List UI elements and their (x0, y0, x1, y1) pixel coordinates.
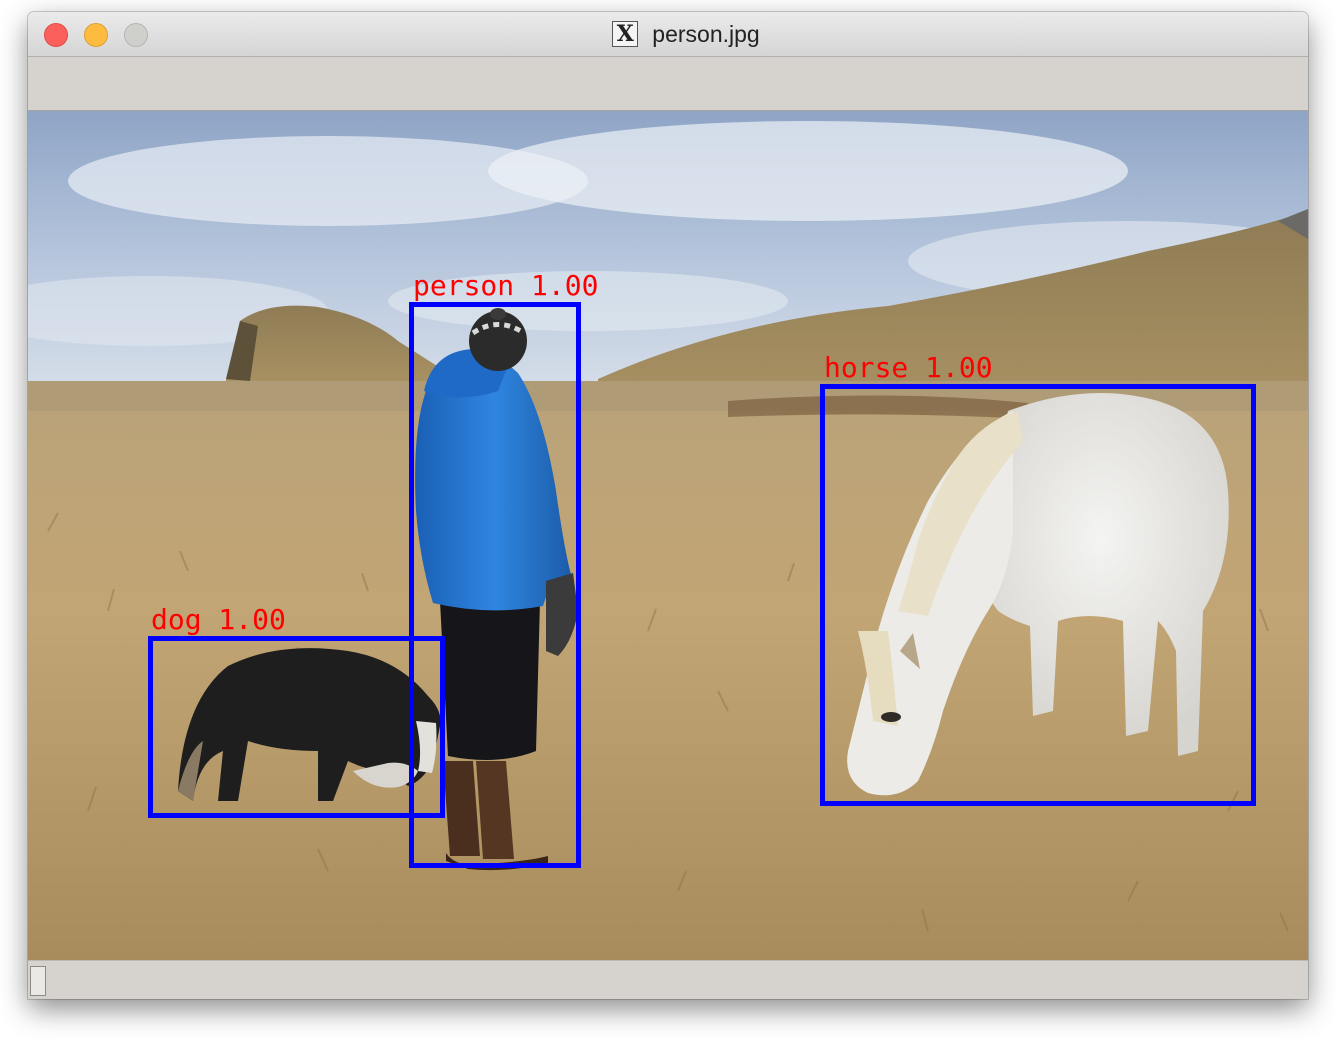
x11-icon: X (612, 21, 639, 47)
status-bar (28, 960, 1308, 999)
photo-svg: person 1.00 horse 1.00 dog 1.00 (28, 111, 1308, 960)
window-title: person.jpg (652, 20, 760, 47)
label-horse: horse 1.00 (824, 351, 993, 384)
image-viewer-window: X person.jpg person 1.00 horse 1.00 dog … (28, 12, 1308, 999)
status-field (30, 966, 46, 996)
title-group: X person.jpg (28, 12, 1308, 56)
image-canvas: person 1.00 horse 1.00 dog 1.00 (28, 111, 1308, 960)
label-dog: dog 1.00 (151, 603, 286, 636)
label-person: person 1.00 (413, 269, 598, 302)
title-bar[interactable]: X person.jpg (28, 12, 1308, 57)
toolbar (28, 57, 1308, 111)
cloud (488, 121, 1128, 221)
